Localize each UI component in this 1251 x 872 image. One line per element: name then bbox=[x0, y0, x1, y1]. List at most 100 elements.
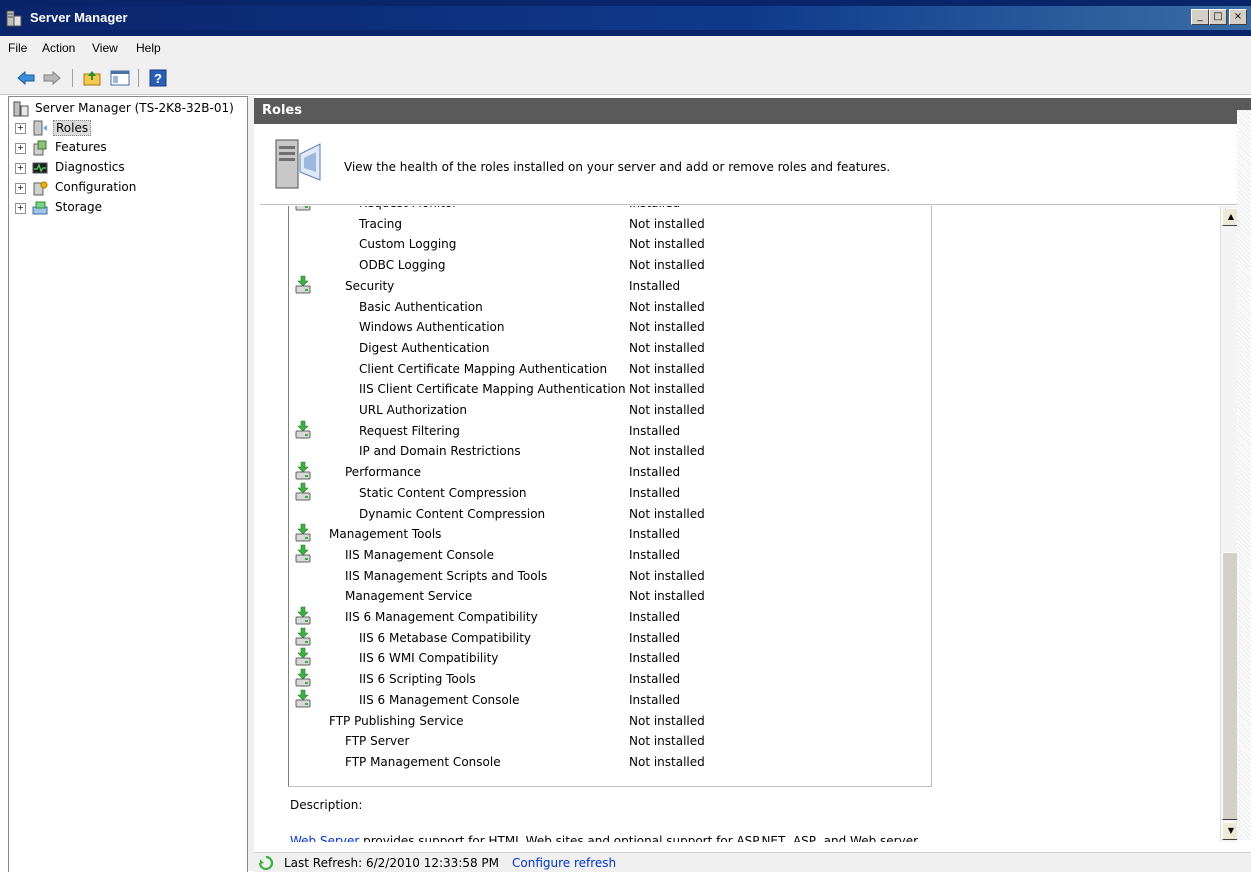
up-folder-icon[interactable] bbox=[82, 68, 102, 88]
role-service-row: Request Filtering Installed bbox=[289, 420, 929, 442]
installed-icon bbox=[295, 606, 311, 625]
close-button[interactable]: × bbox=[1229, 9, 1247, 25]
menu-help[interactable]: Help bbox=[136, 41, 161, 55]
role-service-name: IIS 6 Management Compatibility bbox=[345, 610, 538, 624]
console-tree: Server Manager (TS-2K8-32B-01) + Roles +… bbox=[8, 96, 248, 872]
installed-icon bbox=[295, 523, 311, 542]
installed-icon bbox=[295, 627, 311, 646]
tree-root-server-manager[interactable]: Server Manager (TS-2K8-32B-01) bbox=[35, 101, 234, 115]
role-service-row: Custom Logging Not installed bbox=[289, 235, 929, 255]
role-service-name: IIS 6 WMI Compatibility bbox=[359, 651, 499, 666]
role-service-row: Windows Authentication Not installed bbox=[289, 318, 929, 338]
role-service-status: Not installed bbox=[629, 589, 705, 604]
role-service-status: Installed bbox=[629, 610, 681, 624]
configure-refresh-link[interactable]: Configure refresh bbox=[512, 856, 616, 870]
role-service-name: Windows Authentication bbox=[359, 320, 505, 335]
role-service-row: Management Tools Installed bbox=[289, 523, 929, 545]
role-service-row: Digest Authentication Not installed bbox=[289, 339, 929, 359]
roles-header-text: View the health of the roles installed o… bbox=[344, 160, 891, 174]
role-service-row: Performance Installed bbox=[289, 461, 929, 483]
role-service-name: IIS Management Scripts and Tools bbox=[345, 568, 548, 583]
server-icon bbox=[13, 101, 29, 117]
role-service-name: FTP Management Console bbox=[345, 754, 501, 769]
role-service-name: Request Filtering bbox=[359, 423, 460, 438]
role-service-row: IP and Domain Restrictions Not installed bbox=[289, 442, 929, 462]
role-service-status: Not installed bbox=[629, 382, 705, 397]
server-manager-icon bbox=[6, 10, 22, 27]
role-service-row: FTP Server Not installed bbox=[289, 732, 929, 752]
maximize-button[interactable]: □ bbox=[1209, 9, 1227, 25]
role-service-row: Static Content Compression Installed bbox=[289, 482, 929, 504]
refresh-icon bbox=[258, 855, 274, 871]
window-title: Server Manager bbox=[30, 10, 128, 25]
role-service-status: Installed bbox=[629, 651, 681, 666]
tree-item-label: Configuration bbox=[55, 180, 137, 194]
role-service-name: IIS Client Certificate Mapping Authentic… bbox=[359, 382, 626, 397]
menu-bar: File Action View Help bbox=[0, 36, 1251, 63]
status-bar: Last Refresh: 6/2/2010 12:33:58 PM Confi… bbox=[254, 852, 1251, 872]
last-refresh-text: Last Refresh: 6/2/2010 12:33:58 PM bbox=[284, 856, 499, 870]
tree-item-label: Diagnostics bbox=[55, 160, 125, 174]
role-service-name: Basic Authentication bbox=[359, 299, 483, 314]
expand-icon[interactable]: + bbox=[15, 163, 26, 174]
server-roles-icon bbox=[275, 139, 321, 189]
role-service-row: Basic Authentication Not installed bbox=[289, 298, 929, 318]
tree-item-label: Roles bbox=[53, 120, 92, 136]
role-service-status: Installed bbox=[629, 672, 681, 687]
menu-view[interactable]: View bbox=[92, 41, 118, 55]
outer-scrollbar-track[interactable] bbox=[1237, 110, 1251, 840]
role-service-status: Installed bbox=[629, 547, 681, 562]
role-service-status: Installed bbox=[629, 485, 681, 500]
installed-icon bbox=[295, 420, 311, 439]
forward-arrow-icon[interactable] bbox=[42, 68, 62, 88]
role-service-status: Not installed bbox=[629, 340, 705, 355]
expand-icon[interactable]: + bbox=[15, 143, 26, 154]
web-server-link[interactable]: Web Server bbox=[290, 834, 359, 842]
role-service-row: IIS Management Console Installed bbox=[289, 544, 929, 566]
role-service-name: IIS Management Console bbox=[345, 547, 495, 562]
minimize-button[interactable]: _ bbox=[1191, 9, 1209, 25]
role-service-name: Client Certificate Mapping Authenticatio… bbox=[359, 361, 608, 376]
back-arrow-icon[interactable] bbox=[16, 68, 36, 88]
role-service-row: Dynamic Content Compression Not installed bbox=[289, 505, 929, 525]
role-service-name: Management Tools bbox=[329, 527, 442, 542]
role-service-status: Not installed bbox=[629, 258, 705, 273]
show-hide-console-tree-icon[interactable] bbox=[110, 68, 130, 88]
page-title: Roles bbox=[262, 103, 302, 118]
role-service-status: Not installed bbox=[629, 754, 705, 769]
installed-icon bbox=[295, 482, 311, 501]
role-service-status: Not installed bbox=[629, 734, 705, 749]
role-service-name: IIS 6 Scripting Tools bbox=[359, 672, 476, 687]
expand-icon[interactable]: + bbox=[15, 183, 26, 194]
role-service-row: IIS 6 Metabase Compatibility Installed bbox=[289, 627, 929, 649]
role-service-status: Not installed bbox=[629, 713, 705, 728]
menu-action[interactable]: Action bbox=[42, 41, 75, 55]
role-service-status: Not installed bbox=[629, 216, 705, 231]
role-service-name: Static Content Compression bbox=[359, 485, 527, 500]
roles-header-bar: Roles bbox=[254, 98, 1251, 124]
help-icon[interactable]: ? bbox=[148, 68, 168, 88]
scroll-thumb[interactable] bbox=[1222, 552, 1238, 820]
diagnostics-icon bbox=[32, 162, 48, 174]
role-service-status: Installed bbox=[629, 630, 681, 645]
expand-icon[interactable]: + bbox=[15, 123, 26, 134]
role-service-name: URL Authorization bbox=[359, 403, 467, 417]
role-service-row: ODBC Logging Not installed bbox=[289, 256, 929, 276]
role-service-status: Installed bbox=[629, 278, 681, 293]
installed-icon bbox=[295, 275, 311, 294]
role-service-row: IIS 6 Management Compatibility Installed bbox=[289, 606, 929, 628]
title-bar: Server Manager _ □ × bbox=[0, 0, 1251, 36]
role-service-row: IIS Client Certificate Mapping Authentic… bbox=[289, 380, 929, 400]
role-service-status: Not installed bbox=[629, 506, 705, 521]
role-service-name: IP and Domain Restrictions bbox=[359, 444, 521, 459]
role-service-status: Not installed bbox=[629, 361, 705, 376]
installed-icon bbox=[295, 461, 311, 480]
role-service-status: Not installed bbox=[629, 320, 705, 335]
role-service-row: Tracing Not installed bbox=[289, 215, 929, 235]
role-service-name: Tracing bbox=[359, 216, 403, 231]
role-service-name: FTP Server bbox=[345, 734, 410, 749]
expand-icon[interactable]: + bbox=[15, 203, 26, 214]
role-service-row: IIS 6 WMI Compatibility Installed bbox=[289, 648, 929, 669]
menu-file[interactable]: File bbox=[8, 41, 27, 55]
configuration-icon bbox=[33, 181, 48, 196]
